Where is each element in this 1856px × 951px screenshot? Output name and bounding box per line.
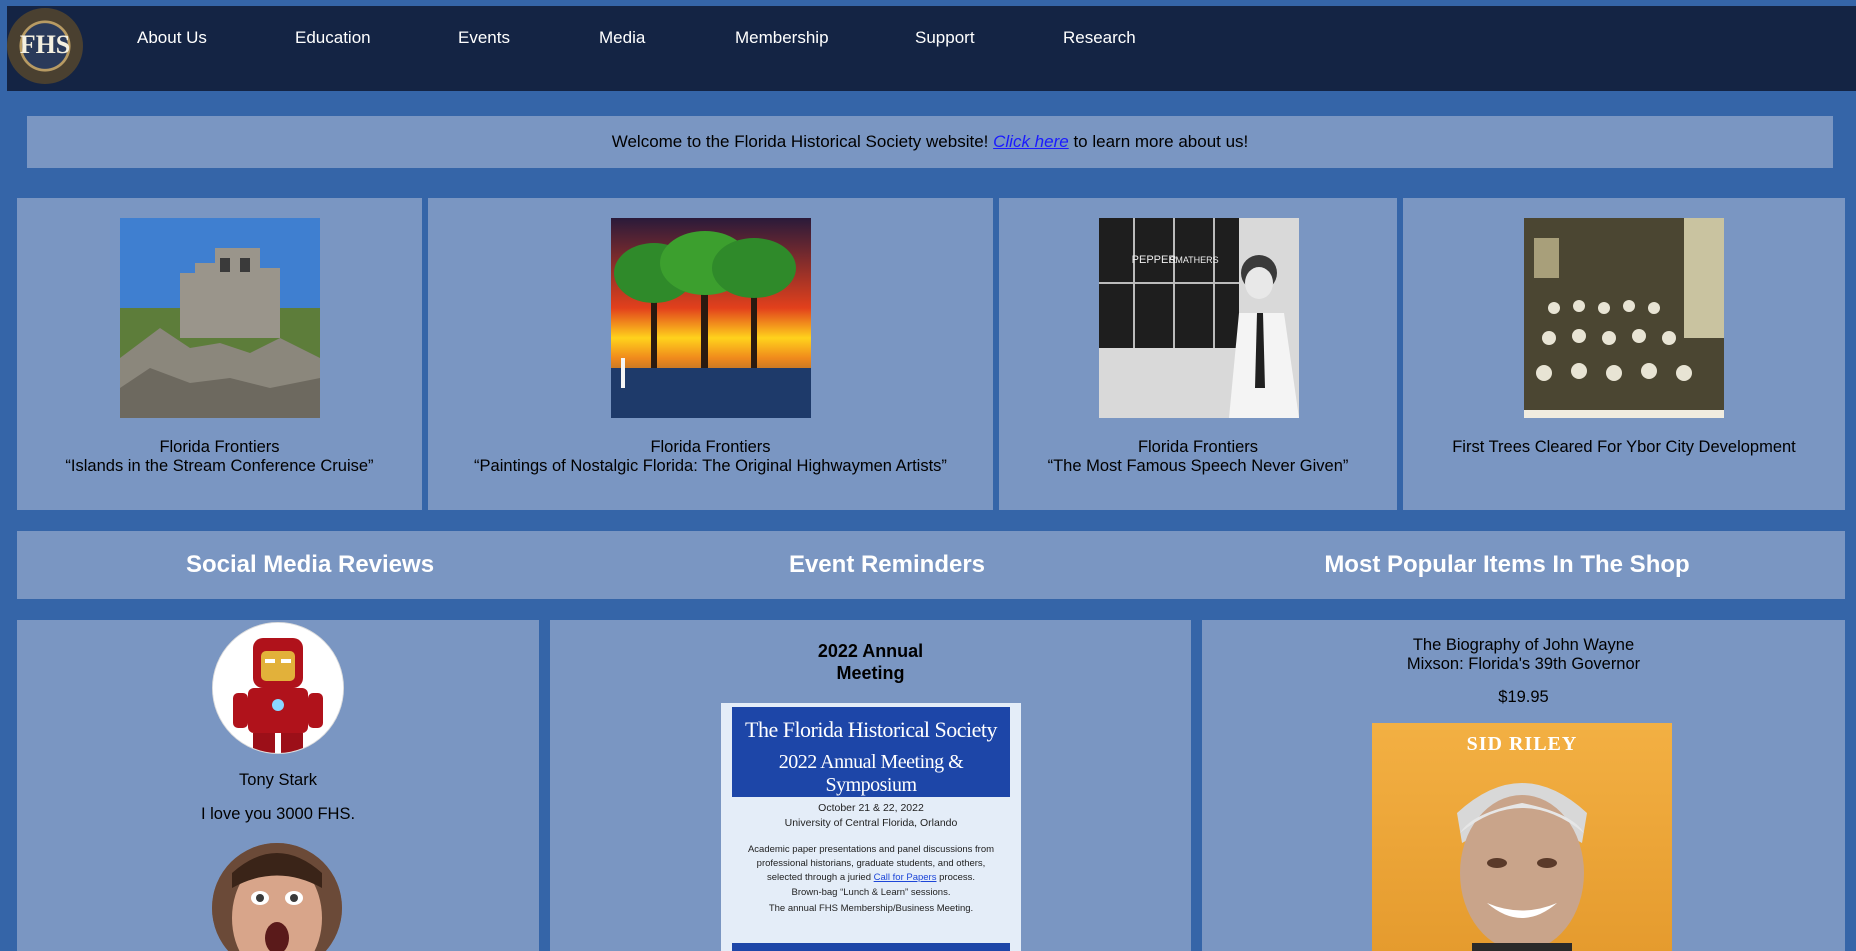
poster-header-line2: 2022 Annual Meeting & Symposium: [778, 751, 964, 796]
learn-more-link[interactable]: Click here: [993, 132, 1069, 151]
feature-card-islands[interactable]: Florida Frontiers “Islands in the Stream…: [17, 198, 422, 510]
nav-media[interactable]: Media: [599, 28, 645, 48]
castle-ruins-image[interactable]: [120, 218, 320, 418]
fhs-logo[interactable]: FHS: [7, 8, 83, 84]
poster-desc3-before: selected through a juried: [766, 872, 871, 883]
feature-caption: First Trees Cleared For Ybor City Develo…: [1403, 438, 1845, 457]
event-title-line2: Meeting: [836, 663, 905, 683]
book-cover-image[interactable]: SID RILEY: [1372, 723, 1672, 951]
welcome-banner: Welcome to the Florida Historical Societ…: [27, 116, 1833, 168]
poster-footer-band: [732, 943, 1010, 951]
feature-caption: Florida Frontiers “The Most Famous Speec…: [999, 438, 1397, 476]
event-reminders-heading: Event Reminders: [788, 551, 986, 578]
poster-header-line1: The Florida Historical Society: [745, 717, 998, 742]
event-title: 2022 Annual Meeting: [550, 640, 1191, 684]
caption-line2: “Paintings of Nostalgic Florida: The Ori…: [474, 457, 947, 475]
poster-desc4: Brown-bag “Lunch & Learn” sessions.: [791, 887, 951, 898]
tony-stark-avatar: [212, 622, 344, 754]
welcome-text: Welcome to the Florida Historical Societ…: [611, 132, 989, 151]
feature-card-speech[interactable]: PEPPER SMATHERS Florida Frontiers “The M…: [999, 198, 1397, 510]
welcome-text-end: to learn more about us!: [1073, 132, 1249, 151]
social-reviews-column: Tony Stark I love you 3000 FHS.: [17, 620, 539, 951]
shop-item-price: $19.95: [1498, 688, 1549, 706]
caption-line1: First Trees Cleared For Ybor City Develo…: [1452, 438, 1796, 456]
nav-support[interactable]: Support: [915, 28, 975, 48]
reviewer-avatar: [212, 843, 342, 951]
highwaymen-painting-image[interactable]: [611, 218, 811, 418]
ybor-factory-image[interactable]: [1524, 218, 1724, 418]
nav-education[interactable]: Education: [295, 28, 371, 48]
caption-line2: “Islands in the Stream Conference Cruise…: [65, 457, 374, 475]
nav-events[interactable]: Events: [458, 28, 510, 48]
review-author: Tony Stark: [239, 771, 317, 789]
shop-heading: Most Popular Items In The Shop: [1324, 551, 1690, 578]
feature-card-highwaymen[interactable]: Florida Frontiers “Paintings of Nostalgi…: [428, 198, 993, 510]
annual-meeting-poster[interactable]: The Florida Historical Society 2022 Annu…: [721, 703, 1021, 951]
poster-desc1: Academic paper presentations and panel d…: [747, 844, 995, 855]
nav-about-us[interactable]: About Us: [137, 28, 207, 48]
poster-desc2: professional historians, graduate studen…: [756, 858, 986, 869]
nav-research[interactable]: Research: [1063, 28, 1136, 48]
poster-header: The Florida Historical Society 2022 Annu…: [732, 707, 1010, 797]
caption-line2: “The Most Famous Speech Never Given”: [1047, 457, 1349, 475]
poster-desc5: The annual FHS Membership/Business Meeti…: [768, 903, 974, 914]
caption-line1: Florida Frontiers: [650, 438, 771, 456]
poster-body: October 21 & 22, 2022 University of Cent…: [721, 801, 1021, 917]
poster-desc3-after: process.: [939, 872, 976, 883]
shop-column: The Biography of John Wayne Mixson: Flor…: [1202, 620, 1845, 951]
shop-item-title-line2: Mixson: Florida's 39th Governor: [1406, 655, 1641, 673]
feature-caption: Florida Frontiers “Islands in the Stream…: [17, 438, 422, 476]
logo-text: FHS: [19, 30, 71, 59]
feature-caption: Florida Frontiers “Paintings of Nostalgi…: [428, 438, 993, 476]
call-for-papers-link[interactable]: Call for Papers: [874, 872, 937, 883]
nav-membership[interactable]: Membership: [735, 28, 829, 48]
caption-line1: Florida Frontiers: [1137, 438, 1259, 456]
speech-photo-image[interactable]: PEPPER SMATHERS: [1099, 218, 1299, 418]
poster-desc3: selected through a juried Call for Paper…: [721, 871, 1021, 885]
poster-venue: University of Central Florida, Orlando: [784, 817, 958, 829]
shop-item-title-line1: The Biography of John Wayne: [1412, 636, 1635, 654]
feature-card-ybor[interactable]: First Trees Cleared For Ybor City Develo…: [1403, 198, 1845, 510]
social-media-heading: Social Media Reviews: [185, 551, 435, 578]
top-nav: FHS About Us Education Events Media Memb…: [7, 6, 1856, 91]
caption-line1: Florida Frontiers: [159, 438, 280, 456]
shop-item-title[interactable]: The Biography of John Wayne Mixson: Flor…: [1202, 636, 1845, 674]
event-reminders-column: 2022 Annual Meeting The Florida Historic…: [550, 620, 1191, 951]
poster-dates: October 21 & 22, 2022: [818, 802, 924, 814]
review-text: I love you 3000 FHS.: [200, 805, 356, 823]
event-title-line1: 2022 Annual: [817, 641, 924, 661]
section-headings-bar: Social Media Reviews Event Reminders Mos…: [17, 531, 1845, 599]
board-text-smathers: SMATHERS: [1169, 255, 1218, 265]
